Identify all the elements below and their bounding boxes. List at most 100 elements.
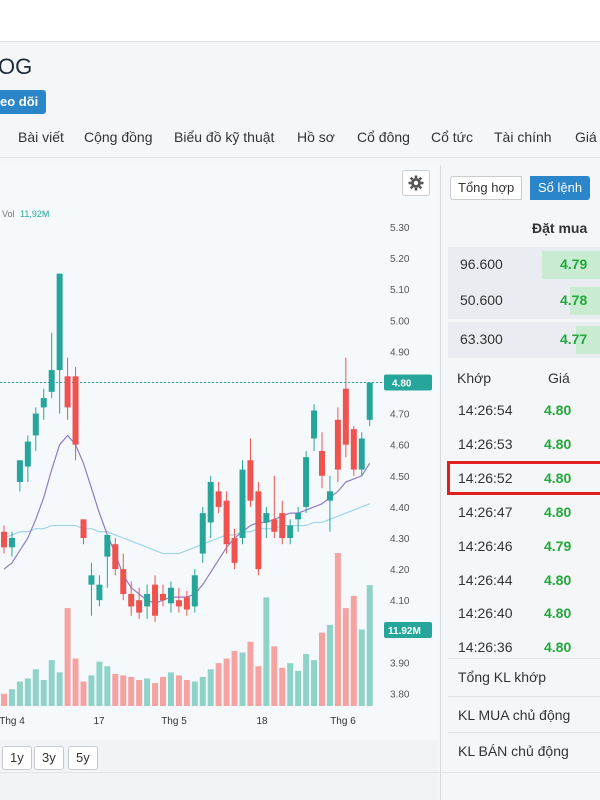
candle-body (96, 584, 103, 601)
candle-body (104, 534, 111, 557)
candle-body (366, 382, 373, 420)
x-tick-label: Thg 6 (330, 716, 356, 727)
candle-body (263, 513, 270, 523)
volume-bar (255, 666, 262, 706)
trades-time-header: Khớp (457, 370, 492, 386)
volume-bar (175, 675, 182, 706)
trade-row: 14:26:44 4.80 (448, 564, 600, 598)
candle-body (136, 600, 143, 613)
y-tick-label: 4.90 (390, 347, 410, 358)
range-1y-button[interactable]: 1y (2, 746, 32, 770)
follow-button[interactable]: eo dõi (0, 90, 47, 114)
candle-body (342, 388, 349, 445)
trade-row: 14:26:53 4.80 (448, 428, 600, 462)
y-tick-label: 4.70 (390, 410, 410, 421)
volume-bar (223, 658, 230, 706)
volume-bar (239, 652, 246, 706)
candle-body (72, 376, 79, 445)
candle-body (231, 538, 238, 563)
chart-settings-button[interactable] (402, 170, 430, 196)
candle-body (279, 513, 286, 538)
stock-header (0, 42, 600, 120)
tab-posts[interactable]: Bài viết (18, 129, 64, 145)
candle-body (223, 500, 230, 545)
trade-time: 14:26:40 (458, 605, 513, 621)
trade-time: 14:26:44 (458, 572, 513, 588)
chart-area: 5.30 5.20 5.10 5.00 4.90 4.80 4.70 4.60 4.50 4.40… (0, 165, 438, 800)
volume-bar (311, 660, 318, 706)
x-tick-label: Thg 5 (161, 716, 187, 727)
candle-body (160, 593, 166, 601)
price-chart[interactable]: 5.30 5.20 5.10 5.00 4.90 4.80 4.70 4.60 4.50 4.40… (0, 165, 438, 740)
candle-body (1, 531, 7, 548)
top-strip (0, 0, 600, 42)
volume-bar (120, 675, 127, 706)
candle-body (334, 419, 341, 470)
range-5y-button[interactable]: 5y (68, 746, 98, 770)
candle-body (144, 593, 151, 607)
tab-price[interactable]: Giá (575, 129, 597, 145)
candle-body (191, 575, 198, 607)
volume-bar (183, 679, 190, 706)
candle-body (295, 513, 302, 520)
candle-body (120, 569, 127, 594)
volume-bar (215, 663, 222, 706)
volume-bar (366, 585, 373, 706)
tab-order-book[interactable]: Sổ lệnh (530, 176, 591, 200)
volume-bar (207, 669, 214, 706)
volume-bar (342, 608, 349, 706)
candle-body (358, 438, 365, 470)
summary-row: Tổng KL khớp (448, 658, 600, 694)
volume-label: Vol (2, 209, 15, 219)
last-volume-badge-label: 11.92M (388, 626, 421, 637)
candle-body (167, 587, 174, 604)
volume-bar (303, 653, 310, 706)
bid-volume: 96.600 (460, 256, 503, 272)
volume-bar (167, 672, 174, 706)
y-tick-label: 3.80 (390, 690, 410, 701)
trade-row: 14:26:40 4.80 (448, 597, 600, 631)
candle-body (112, 544, 119, 570)
y-tick-label: 4.30 (390, 534, 410, 545)
tab-summary[interactable]: Tổng hợp (450, 176, 523, 200)
candle-body (88, 575, 95, 585)
candle-body (40, 398, 47, 408)
bid-row: 63.300 4.77 (448, 322, 600, 358)
active-sell-volume-label: KL BÁN chủ động (458, 743, 569, 759)
volume-bar (104, 666, 111, 706)
volume-value: 11,92M (20, 209, 49, 219)
tab-shareholders[interactable]: Cổ đông (357, 129, 410, 145)
bid-price: 4.78 (560, 292, 588, 308)
candle-body (287, 525, 294, 538)
volume-bar (160, 676, 166, 706)
y-tick-label: 4.50 (390, 472, 410, 483)
candle-body (175, 600, 182, 607)
tab-bar: Bài viết Cộng đồng Biểu đồ kỹ thuật Hồ s… (0, 120, 600, 158)
bid-price: 4.79 (560, 256, 588, 272)
total-matched-volume-label: Tổng KL khớp (458, 669, 547, 685)
volume-bar (32, 669, 39, 706)
candle-body (8, 538, 15, 548)
candle-body (24, 441, 31, 467)
tab-technical-chart[interactable]: Biểu đồ kỹ thuật (174, 129, 274, 145)
volume-bar (56, 672, 63, 706)
bid-volume: 63.300 (460, 331, 503, 347)
trade-row: 14:26:54 4.80 (448, 394, 600, 428)
tab-community[interactable]: Cộng đồng (84, 129, 153, 145)
volume-bar (112, 673, 119, 706)
volume-bar (350, 595, 357, 706)
bid-header: Đặt mua (532, 220, 588, 236)
trade-price: 4.80 (544, 436, 572, 452)
tab-financials[interactable]: Tài chính (494, 129, 552, 145)
range-3y-button[interactable]: 3y (34, 746, 64, 770)
volume-bar (128, 676, 135, 706)
candle-body (32, 413, 39, 436)
gear-icon (408, 175, 424, 191)
last-price-badge-label: 4.80 (392, 379, 412, 390)
active-buy-volume-label: KL MUA chủ động (458, 707, 571, 723)
candle-body (350, 429, 357, 470)
tab-dividends[interactable]: Cổ tức (431, 129, 473, 145)
volume-bar (80, 681, 87, 706)
tab-profile[interactable]: Hồ sơ (297, 129, 335, 145)
volume-bar (334, 553, 341, 706)
